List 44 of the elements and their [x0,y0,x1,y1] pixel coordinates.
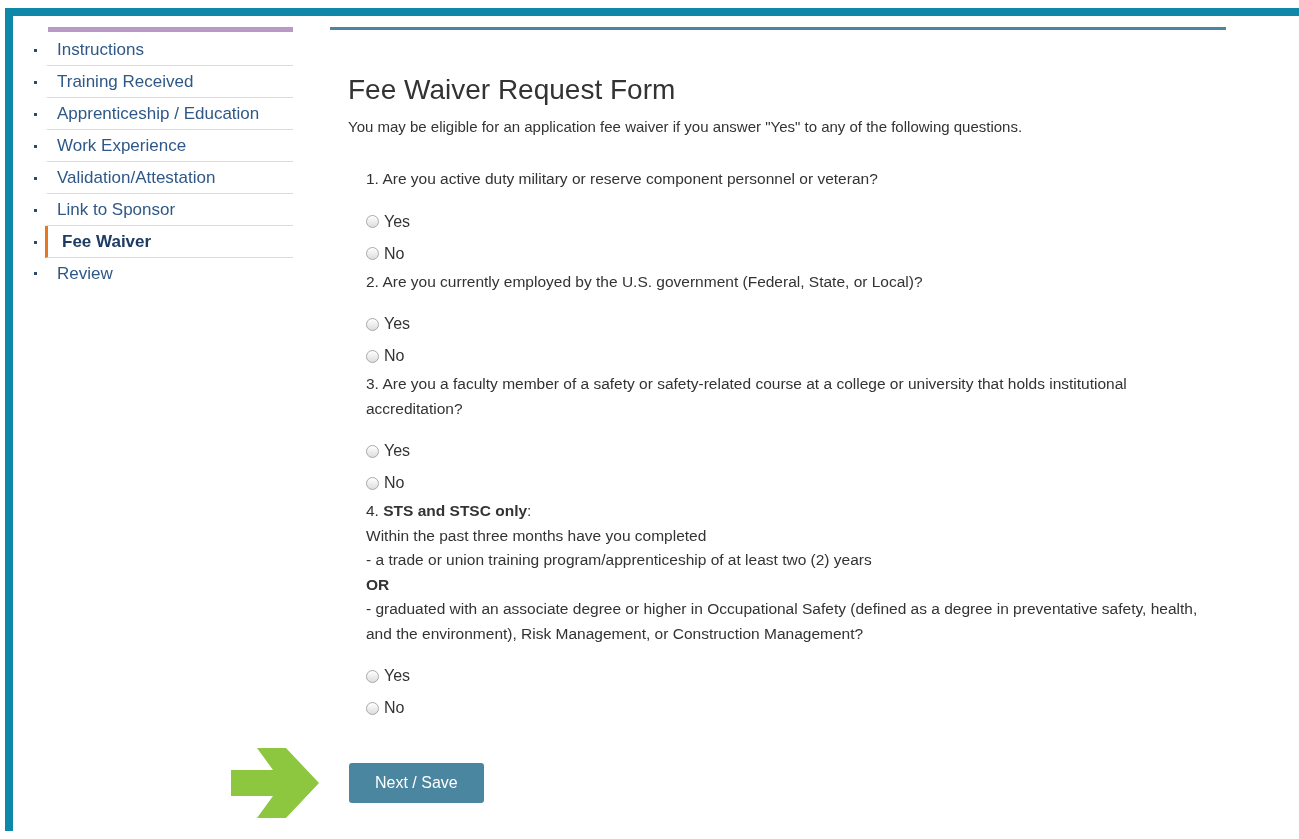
radio-label[interactable]: Yes [384,442,411,460]
bullet-icon [34,240,37,244]
question-text: OR [366,574,391,595]
question-text: - graduated with an associate degree or higher in Occupational Safety (defined as a degree in preventative safety, health, and the environment), Risk Management, or Construction Management? [366,599,1199,644]
question-text: 2. Are you currently employed by the U.S. government (Federal, State, or Local)? [366,271,924,292]
radio-button[interactable] [366,701,379,715]
radio-label[interactable]: No [384,474,405,492]
sidebar-item[interactable]: Apprenticeship / Education [45,98,293,130]
radio-label[interactable]: Yes [384,667,411,685]
bullet-icon [34,176,37,180]
radio-button[interactable] [366,476,379,490]
radio-label[interactable]: Yes [384,212,411,231]
radio-button[interactable] [366,444,379,458]
question-text: 3. Are you a faculty member of a safety or safety-related course at a college or university that holds institutional accreditation? [366,374,1128,419]
bullet-icon [34,272,37,275]
radio-button[interactable] [366,247,379,260]
radio-button[interactable] [366,215,379,228]
sidebar-item[interactable]: Instructions [45,34,293,66]
bullet-icon [34,144,37,148]
next-save-button[interactable]: Next / Save [349,763,484,803]
bullet-icon [34,80,37,84]
sidebar-item[interactable]: Work Experience [45,130,293,162]
question-text: Within the past three months have you completed [366,525,708,546]
question-text: 1. Are you active duty military or reserve component personnel or veteran? [366,169,879,189]
radio-label[interactable]: No [384,244,405,263]
sidebar-item[interactable]: Review [45,258,293,289]
bullet-icon [34,48,37,52]
radio-label[interactable]: No [384,699,405,717]
question-text: - a trade or union training program/apprenticeship of at least two (2) years [366,550,873,570]
bullet-icon [34,112,37,116]
sidebar-item[interactable]: Validation/Attestation [45,162,293,194]
bullet-icon [34,208,37,212]
form-title: Fee Waiver Request Form [348,74,677,106]
intro-text: You may be eligible for an application fee waiver if you answer "Yes" to any of the following questions. [348,118,1024,135]
sidebar-item[interactable]: Fee Waiver [45,226,293,258]
question-text: 4. STS and STSC only: [366,501,533,521]
radio-label[interactable]: Yes [384,315,411,333]
sidebar-item[interactable]: Link to Sponsor [45,194,293,226]
radio-button[interactable] [366,669,379,683]
arrow-icon [231,748,319,818]
sidebar-item[interactable]: Training Received [45,66,293,98]
radio-button[interactable] [366,349,379,363]
radio-label[interactable]: No [384,347,405,365]
radio-button[interactable] [366,317,379,331]
